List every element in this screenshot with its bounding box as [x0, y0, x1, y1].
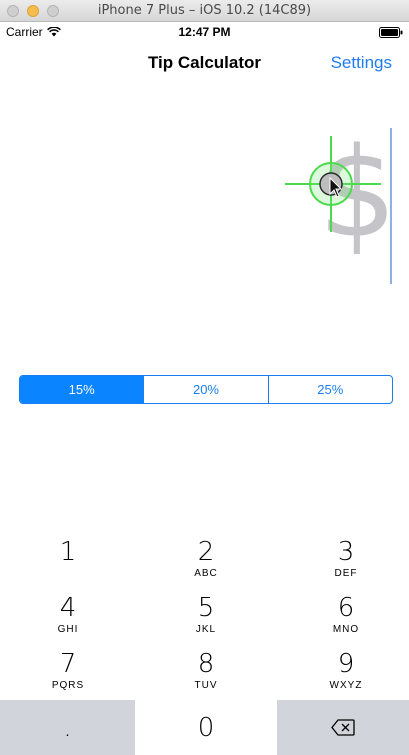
key-digit: 2 — [197, 537, 215, 567]
key-digit: 7 — [59, 649, 77, 679]
settings-button[interactable]: Settings — [331, 53, 392, 73]
key-digit: 1 — [59, 537, 77, 567]
tip-percentage-control: 15% 20% 25% — [19, 375, 393, 404]
tip-option-25[interactable]: 25% — [267, 376, 392, 403]
tip-option-20[interactable]: 20% — [143, 376, 267, 403]
text-cursor — [390, 128, 392, 284]
key-0[interactable]: 0 — [135, 700, 277, 755]
key-letters: ABC — [194, 568, 218, 579]
zoom-window-button[interactable] — [47, 5, 59, 17]
key-letters: DEF — [334, 568, 358, 579]
delete-backward-icon — [331, 719, 355, 736]
key-digit: 9 — [337, 649, 355, 679]
tip-option-15[interactable]: 15% — [20, 376, 144, 403]
status-bar: Carrier 12:47 PM — [0, 22, 409, 42]
simulator-title-bar: iPhone 7 Plus – iOS 10.2 (14C89) — [0, 0, 409, 22]
key-letters: TUV — [194, 680, 218, 691]
minimize-window-button[interactable] — [27, 5, 39, 17]
key-digit: 5 — [197, 593, 215, 623]
key-letters: PQRS — [51, 680, 85, 691]
key-letters: GHI — [57, 624, 79, 635]
clock: 12:47 PM — [178, 25, 231, 39]
key-delete[interactable] — [277, 700, 409, 755]
key-2[interactable]: 2 ABC — [138, 538, 274, 590]
key-7[interactable]: 7 PQRS — [0, 650, 136, 702]
key-8[interactable]: 8 TUV — [138, 650, 274, 702]
window-title: iPhone 7 Plus – iOS 10.2 (14C89) — [97, 3, 312, 18]
key-4[interactable]: 4 GHI — [0, 594, 136, 646]
key-letters: JKL — [195, 624, 217, 635]
key-digit: 3 — [337, 537, 355, 567]
close-window-button[interactable] — [7, 5, 19, 17]
key-decimal[interactable]: . — [0, 700, 135, 755]
key-digit: 0 — [197, 712, 215, 743]
key-digit: 8 — [197, 649, 215, 679]
window-controls — [7, 5, 59, 17]
key-5[interactable]: 5 JKL — [138, 594, 274, 646]
key-letters: WXYZ — [329, 680, 363, 691]
key-1[interactable]: 1 — [0, 538, 136, 590]
numeric-keypad: 1 2 ABC 3 DEF 4 GHI 5 JKL 6 MNO 7 PQRS 8… — [0, 526, 409, 755]
key-letters: MNO — [332, 624, 360, 635]
navigation-bar: Tip Calculator Settings — [0, 42, 409, 86]
key-digit: 4 — [59, 593, 77, 623]
key-9[interactable]: 9 WXYZ — [278, 650, 409, 702]
key-digit: 6 — [337, 593, 355, 623]
key-3[interactable]: 3 DEF — [278, 538, 409, 590]
key-digit: . — [63, 712, 72, 743]
touch-crosshair — [285, 136, 381, 232]
key-6[interactable]: 6 MNO — [278, 594, 409, 646]
battery-icon — [379, 27, 403, 38]
